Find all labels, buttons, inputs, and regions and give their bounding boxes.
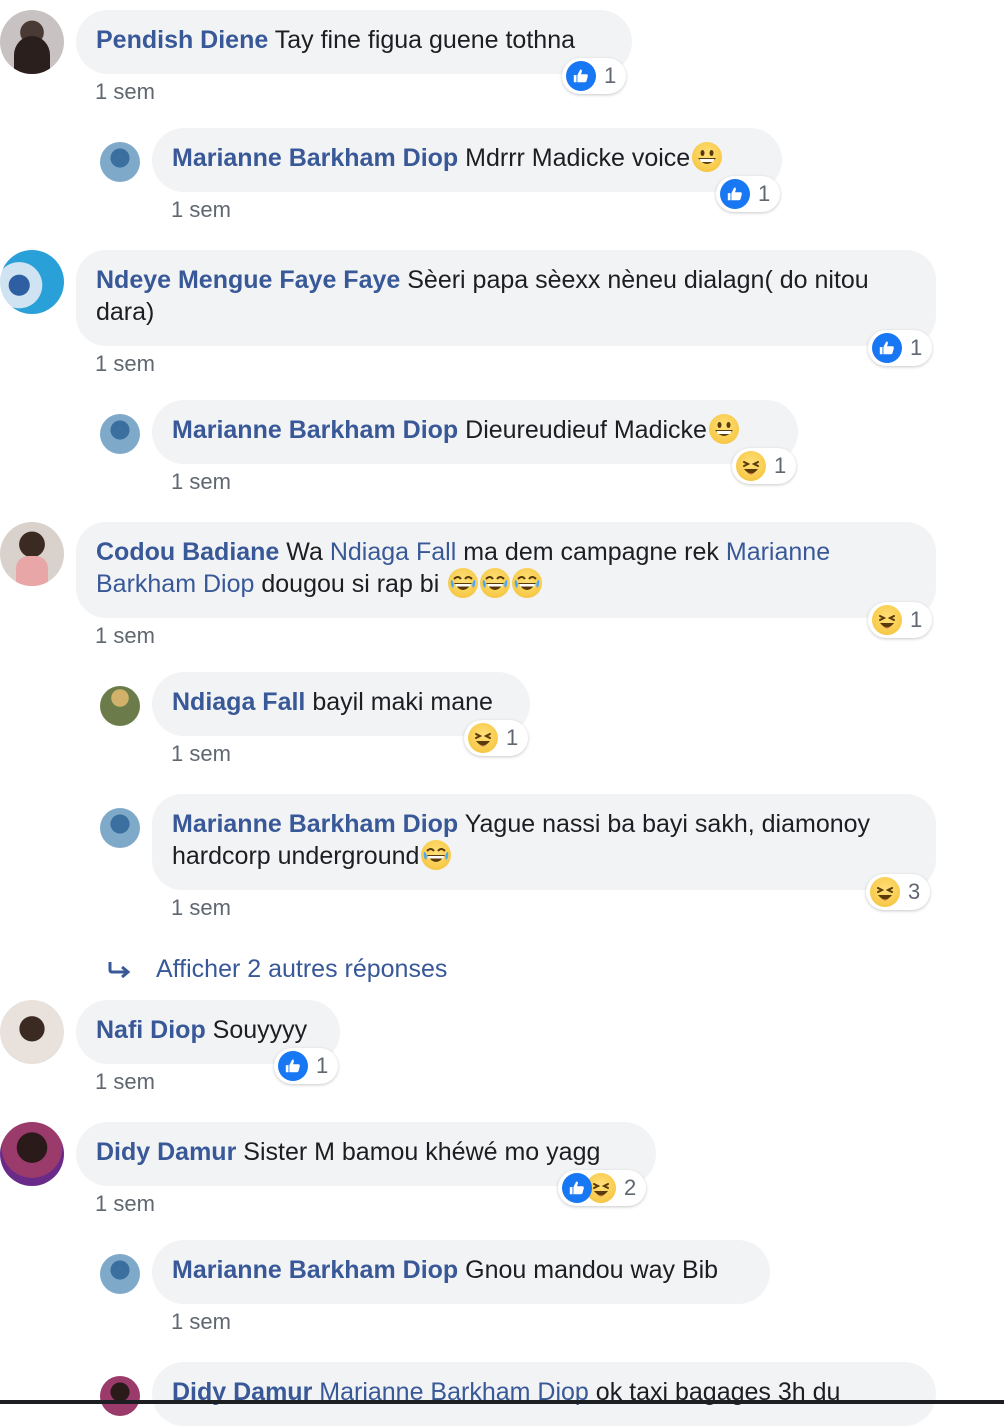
comment-author[interactable]: Marianne Barkham Diop <box>172 144 458 172</box>
comment-text: Tay fine figua guene tothna <box>274 26 575 54</box>
comment-timestamp[interactable]: 1 sem <box>171 741 231 767</box>
comment-bubble: Pendish Diene Tay fine figua guene tothn… <box>76 10 632 74</box>
haha-icon <box>870 877 900 907</box>
comment-bubble: Ndeye Mengue Faye Faye Sèeri papa sèexx … <box>76 250 936 346</box>
comment-text: Dieureudieuf Madicke <box>465 416 707 444</box>
grinning-emoji-icon <box>708 414 739 444</box>
reaction-summary[interactable]: 1 <box>464 720 529 756</box>
avatar[interactable] <box>0 1000 64 1064</box>
grinning-emoji-icon <box>692 142 723 172</box>
comment-timestamp[interactable]: 1 sem <box>95 1069 155 1095</box>
reaction-summary[interactable]: 1 <box>868 330 933 366</box>
comment-timestamp[interactable]: 1 sem <box>171 469 231 495</box>
comment-author[interactable]: Marianne Barkham Diop <box>172 1256 458 1284</box>
reaction-summary[interactable]: 1 <box>562 58 627 94</box>
bottom-edge <box>0 1400 1004 1404</box>
avatar[interactable] <box>100 686 140 726</box>
comment-text: Sister M bamou khéwé mo yagg <box>243 1138 601 1166</box>
comment-author[interactable]: Didy Damur <box>96 1138 236 1166</box>
haha-icon <box>872 605 902 635</box>
comment-author[interactable]: Marianne Barkham Diop <box>172 416 458 444</box>
comment-timestamp[interactable]: 1 sem <box>171 1309 231 1335</box>
like-icon <box>562 1173 592 1203</box>
comment-timestamp[interactable]: 1 sem <box>171 895 231 921</box>
comment-text: Wa <box>286 538 323 566</box>
comment-timestamp[interactable]: 1 sem <box>95 1191 155 1217</box>
comment-timestamp[interactable]: 1 sem <box>95 623 155 649</box>
comment-text: Mdrrr Madicke voice <box>465 144 691 172</box>
comment-author[interactable]: Nafi Diop <box>96 1016 206 1044</box>
like-icon <box>720 179 750 209</box>
laughing-emoji-icon <box>421 840 452 870</box>
show-more-replies-link[interactable]: Afficher 2 autres réponses <box>156 955 447 984</box>
comment-author[interactable]: Pendish Diene <box>96 26 268 54</box>
avatar[interactable] <box>0 10 64 74</box>
avatar[interactable] <box>100 414 140 454</box>
reaction-count: 1 <box>774 453 787 478</box>
reaction-summary[interactable]: 1 <box>868 602 933 638</box>
avatar[interactable] <box>100 808 140 848</box>
comment-author[interactable]: Ndeye Mengue Faye Faye <box>96 266 400 294</box>
comment-text: Souyyyy <box>212 1016 308 1044</box>
comment-timestamp[interactable]: 1 sem <box>95 351 155 377</box>
reaction-summary[interactable]: 3 <box>866 874 931 910</box>
avatar[interactable] <box>100 1376 140 1416</box>
reaction-summary[interactable]: 1 <box>716 176 781 212</box>
haha-icon <box>468 723 498 753</box>
avatar[interactable] <box>0 250 64 314</box>
reaction-count: 1 <box>506 725 519 750</box>
like-icon <box>872 333 902 363</box>
comment-timestamp[interactable]: 1 sem <box>171 197 231 223</box>
comment-bubble: Codou Badiane Wa Ndiaga Fall ma dem camp… <box>76 522 936 618</box>
mention-link[interactable]: Ndiaga Fall <box>330 538 456 566</box>
comment-author[interactable]: Ndiaga Fall <box>172 688 305 716</box>
comment-bubble: Marianne Barkham Diop Yague nassi ba bay… <box>152 794 936 890</box>
comment-timestamp[interactable]: 1 sem <box>95 79 155 105</box>
avatar[interactable] <box>0 522 64 586</box>
reaction-count: 1 <box>758 181 771 206</box>
reaction-summary[interactable]: 2 <box>558 1170 647 1206</box>
reply-arrow-icon[interactable] <box>106 956 134 984</box>
avatar[interactable] <box>100 142 140 182</box>
avatar[interactable] <box>0 1122 64 1186</box>
haha-icon <box>736 451 766 481</box>
reaction-summary[interactable]: 1 <box>732 448 797 484</box>
laughing-emoji-icon <box>480 568 511 598</box>
comment-author[interactable]: Codou Badiane <box>96 538 279 566</box>
like-icon <box>278 1051 308 1081</box>
reaction-count: 1 <box>910 335 923 360</box>
reaction-summary[interactable]: 1 <box>274 1048 339 1084</box>
reaction-count: 3 <box>908 879 921 904</box>
reaction-count: 1 <box>910 607 923 632</box>
comment-text: dougou si rap bi <box>261 570 440 598</box>
comment-author[interactable]: Marianne Barkham Diop <box>172 810 458 838</box>
reaction-count: 1 <box>316 1053 329 1078</box>
like-icon <box>566 61 596 91</box>
comment-bubble: Didy Damur Marianne Barkham Diop ok taxi… <box>152 1362 936 1426</box>
laughing-emoji-icon <box>512 568 543 598</box>
avatar[interactable] <box>100 1254 140 1294</box>
comment-bubble: Marianne Barkham Diop Gnou mandou way Bi… <box>152 1240 770 1304</box>
comment-bubble: Marianne Barkham Diop Mdrrr Madicke voic… <box>152 128 782 192</box>
laughing-emoji-icon <box>448 568 479 598</box>
comment-text: bayil maki mane <box>312 688 493 716</box>
comment-bubble: Marianne Barkham Diop Dieureudieuf Madic… <box>152 400 798 464</box>
reaction-count: 1 <box>604 63 617 88</box>
comment-text: Gnou mandou way Bib <box>465 1256 719 1284</box>
comment-text: ma dem campagne rek <box>463 538 719 566</box>
reaction-count: 2 <box>624 1175 637 1200</box>
